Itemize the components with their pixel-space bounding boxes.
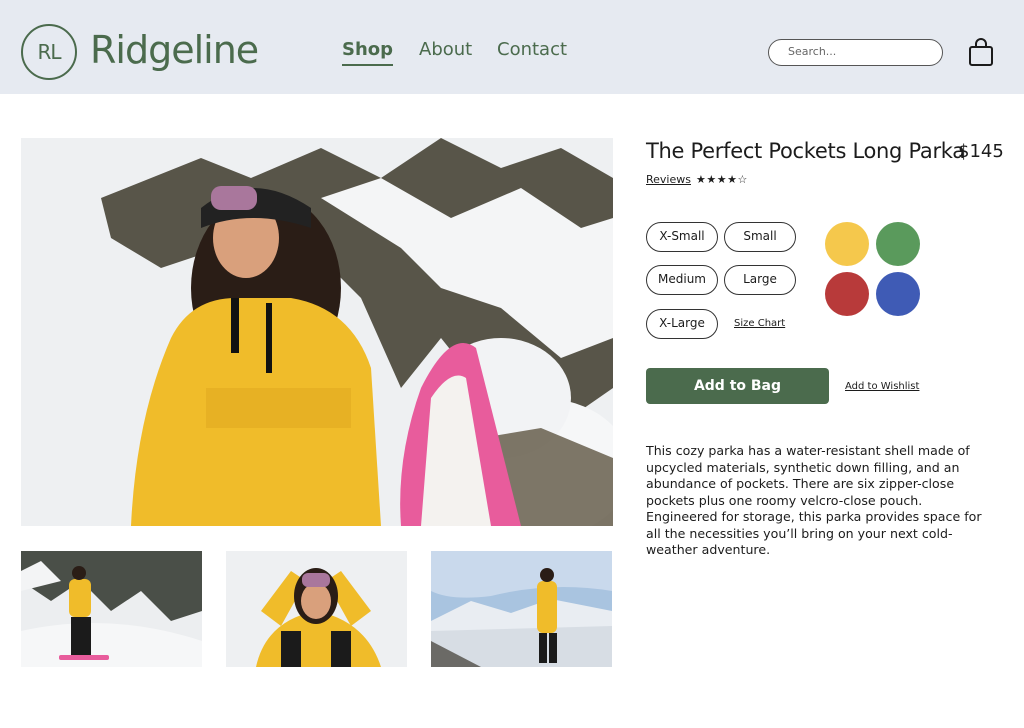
thumbnail-woman-goggles[interactable] — [226, 551, 407, 667]
size-chart-link[interactable]: Size Chart — [734, 317, 785, 331]
nav-contact[interactable]: Contact — [497, 38, 567, 62]
thumbnail-woman-mountain-view[interactable] — [431, 551, 612, 667]
size-option-x-large[interactable]: X-Large — [646, 309, 718, 339]
color-swatch-green[interactable] — [876, 222, 920, 266]
add-to-bag-button[interactable]: Add to Bag — [646, 368, 829, 404]
add-to-wishlist-link[interactable]: Add to Wishlist — [845, 380, 919, 394]
thumbnail-snowboarder-forest[interactable] — [21, 551, 202, 667]
star-rating: ★★★★☆ — [696, 173, 748, 186]
size-option-large[interactable]: Large — [724, 265, 796, 295]
site-header: RL Ridgeline Shop About Contact Search..… — [0, 0, 1024, 94]
product-price: $145 — [958, 141, 1004, 162]
size-option-x-small[interactable]: X-Small — [646, 222, 718, 252]
main-product-photo — [21, 138, 613, 526]
nav-about[interactable]: About — [419, 38, 472, 62]
reviews-link[interactable]: Reviews — [646, 172, 691, 188]
size-option-small[interactable]: Small — [724, 222, 796, 252]
color-swatch-yellow[interactable] — [825, 222, 869, 266]
search-input[interactable]: Search... — [768, 39, 943, 66]
nav-shop[interactable]: Shop — [342, 38, 394, 66]
color-swatch-red[interactable] — [825, 272, 869, 316]
size-option-medium[interactable]: Medium — [646, 265, 718, 295]
product-title: The Perfect Pockets Long Parka — [646, 139, 965, 163]
logo-monogram[interactable]: RL — [21, 24, 77, 80]
color-swatch-blue[interactable] — [876, 272, 920, 316]
logo-wordmark[interactable]: Ridgeline — [90, 24, 259, 76]
product-description: This cozy parka has a water-resistant sh… — [646, 443, 982, 557]
shopping-bag-icon[interactable] — [966, 37, 996, 67]
